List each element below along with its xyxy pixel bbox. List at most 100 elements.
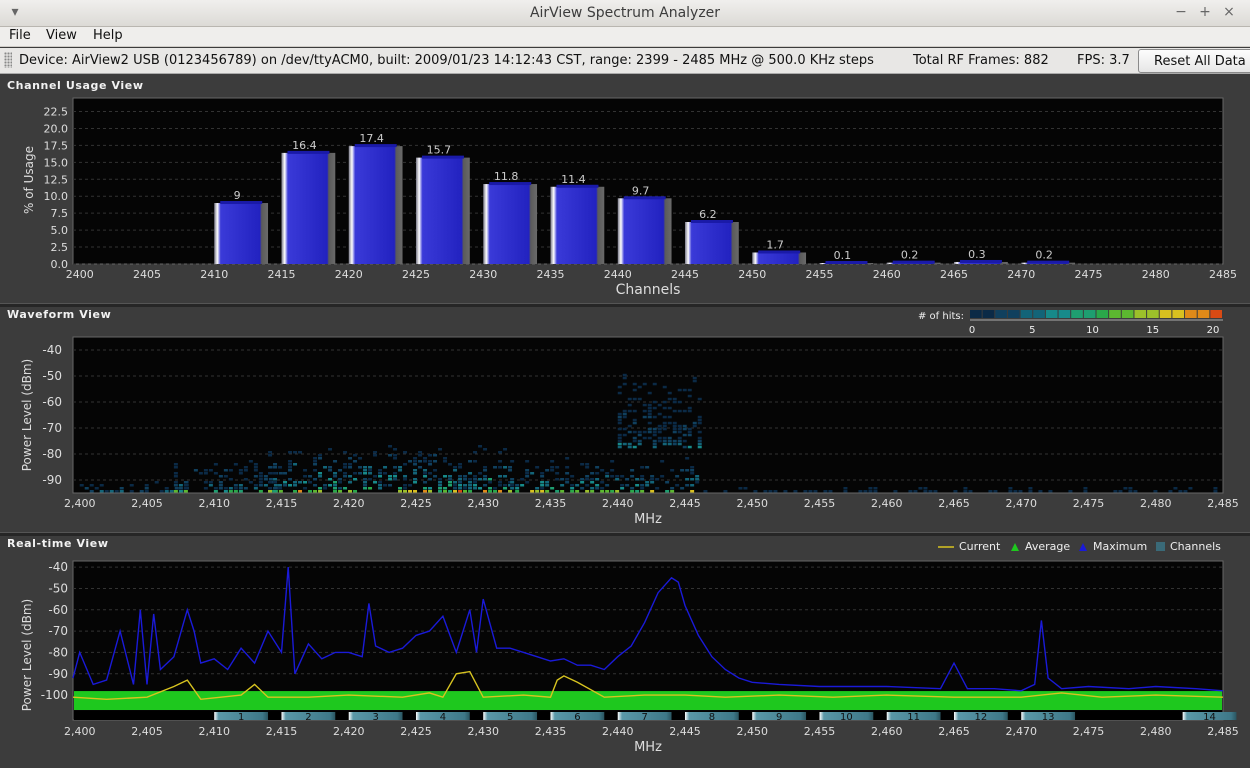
colorbar-cell [1185, 310, 1197, 318]
hit-cell [203, 481, 208, 484]
hit-cell [173, 466, 178, 469]
hit-cell [303, 469, 308, 472]
hit-cell [238, 472, 243, 475]
reset-all-data-button[interactable]: Reset All Data [1138, 49, 1250, 73]
y-tick-label: -70 [48, 624, 68, 638]
hit-cell [483, 475, 488, 478]
hit-cell [520, 478, 525, 481]
x-tick-label: 2415 [267, 268, 295, 281]
maximize-icon[interactable]: + [1196, 4, 1214, 20]
hit-cell [672, 427, 677, 431]
hit-cell [468, 460, 473, 463]
x-tick-label: 2,460 [871, 725, 903, 738]
hit-cell [119, 487, 124, 490]
colorbar-cell [1159, 310, 1172, 318]
hit-cell [565, 466, 570, 469]
hit-cell [418, 451, 423, 454]
menu-view[interactable]: View [46, 28, 77, 43]
hit-cell [555, 466, 560, 469]
hit-cell [448, 490, 453, 493]
hit-cell [692, 379, 697, 383]
close-icon[interactable]: × [1220, 4, 1238, 20]
hit-cell [682, 433, 687, 437]
hit-cell [1028, 490, 1033, 493]
hit-cell [208, 469, 213, 472]
hit-cell [657, 424, 662, 428]
hit-cell [650, 478, 655, 481]
hit-cell [218, 475, 223, 478]
hit-cell [617, 385, 622, 389]
hit-cell [253, 475, 258, 478]
hit-cell [433, 469, 438, 472]
x-tick-label: 2,410 [198, 725, 230, 738]
hit-cell [228, 487, 233, 490]
hit-cell [503, 448, 508, 451]
y-tick-label: 12.5 [44, 173, 69, 186]
hit-cell [1128, 490, 1133, 493]
hit-cell [393, 457, 398, 460]
hit-cell [652, 415, 657, 419]
hit-cell [398, 487, 403, 490]
hit-cell [218, 484, 223, 487]
bar-value-label: 0.1 [834, 249, 852, 262]
hit-cell [640, 478, 645, 481]
x-tick-label: 2,485 [1207, 497, 1239, 510]
hit-cell [183, 490, 188, 493]
hit-cell [1113, 490, 1118, 493]
hit-cell [483, 466, 488, 469]
x-tick-label: 2,480 [1140, 497, 1172, 510]
hit-cell [630, 469, 635, 472]
hit-cell [672, 430, 677, 434]
hit-cell [655, 487, 660, 490]
hit-cell [918, 487, 923, 490]
hit-cell [428, 478, 433, 481]
hit-cell [238, 487, 243, 490]
hit-cell [258, 490, 263, 493]
menu-file[interactable]: File [9, 28, 31, 43]
hit-cell [1013, 490, 1018, 493]
x-tick-label: 2,460 [871, 497, 903, 510]
hit-cell [617, 421, 622, 425]
hit-cell [463, 490, 468, 493]
x-tick-label: 2445 [671, 268, 699, 281]
hit-cell [677, 430, 682, 434]
hit-cell [703, 490, 708, 493]
hit-cell [670, 487, 675, 490]
hit-cell [283, 472, 288, 475]
hit-cell [428, 490, 433, 493]
hit-cell [617, 412, 622, 416]
hit-cell [510, 460, 515, 463]
hit-cell [540, 475, 545, 478]
hit-cell [545, 490, 550, 493]
hit-cell [318, 454, 323, 457]
hit-cell [493, 466, 498, 469]
minimize-icon[interactable]: − [1172, 4, 1190, 20]
hit-cell [293, 451, 298, 454]
hit-cell [348, 481, 353, 484]
hit-cell [338, 469, 343, 472]
hit-cell [510, 478, 515, 481]
hit-cell [173, 475, 178, 478]
hit-cell [403, 490, 408, 493]
hit-cell [313, 478, 318, 481]
hit-cell [690, 484, 695, 487]
hit-cell [84, 487, 89, 490]
hit-cell [963, 487, 968, 490]
hit-cell [622, 382, 627, 386]
bar-value-label: 15.7 [427, 144, 452, 157]
hit-cell [868, 490, 873, 493]
hit-cell [273, 478, 278, 481]
hit-cell [738, 487, 743, 490]
toolbar-grip-handle[interactable] [4, 52, 12, 68]
hit-cell [173, 472, 178, 475]
x-tick-label: 2,445 [669, 725, 701, 738]
hit-cell [473, 475, 478, 478]
y-tick-label: 22.5 [44, 106, 69, 119]
hit-cell [677, 436, 682, 440]
menu-help[interactable]: Help [93, 28, 123, 43]
menu-bar: File View Help [0, 27, 1250, 47]
hit-cell [378, 487, 383, 490]
hit-cell [1118, 490, 1123, 493]
hit-cell [615, 490, 620, 493]
hit-cell [630, 490, 635, 493]
